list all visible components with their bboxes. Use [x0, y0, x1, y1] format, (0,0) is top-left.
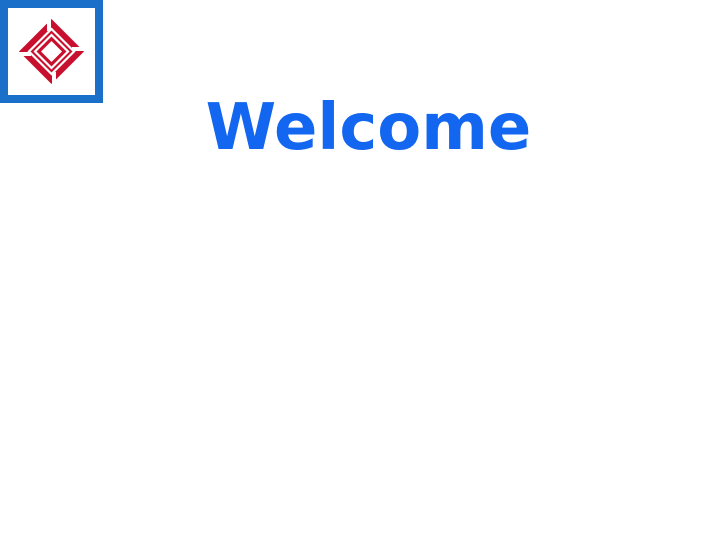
bank-diamond-logo-icon — [17, 17, 86, 86]
page-title: Welcome — [205, 91, 532, 165]
welcome-screen: Welcome — [0, 0, 725, 559]
